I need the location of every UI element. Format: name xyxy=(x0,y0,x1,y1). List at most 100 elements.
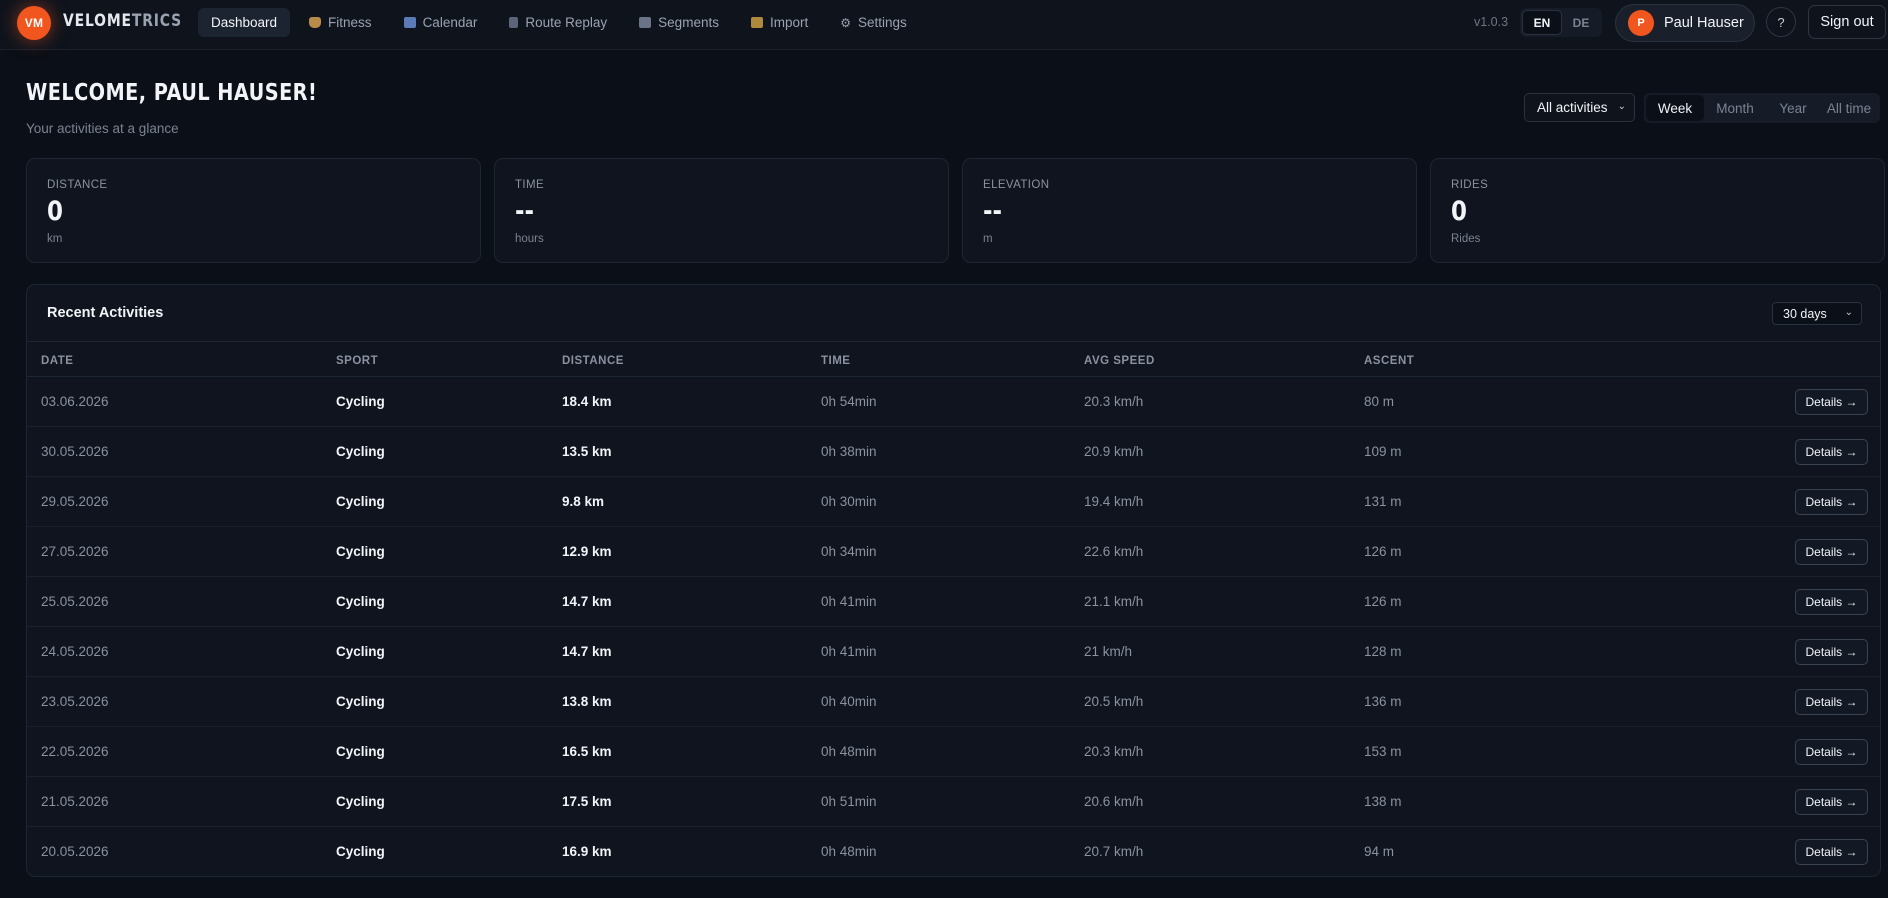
details-button[interactable]: Details → xyxy=(1795,389,1868,415)
nav-import-label: Import xyxy=(769,15,809,30)
column-header-avg-speed[interactable]: AVG SPEED xyxy=(1084,355,1155,367)
stats-row: DISTANCE 0 km TIME -- hours ELEVATION --… xyxy=(26,158,1885,263)
cell-time: 0h 48min xyxy=(821,744,877,759)
nav-segments[interactable]: Segments xyxy=(626,8,732,37)
table-row: 23.05.2026 Cycling 13.8 km 0h 40min 20.5 km/… xyxy=(27,677,1880,727)
details-button[interactable]: Details → xyxy=(1795,489,1868,515)
column-header-ascent[interactable]: ASCENT xyxy=(1364,355,1414,367)
nav-dashboard-label: Dashboard xyxy=(211,15,278,30)
details-button[interactable]: Details → xyxy=(1795,439,1868,465)
table-row: 20.05.2026 Cycling 16.9 km 0h 48min 20.7 km/… xyxy=(27,827,1880,876)
lang-de-button[interactable]: DE xyxy=(1562,10,1600,35)
cell-avg-speed: 20.9 km/h xyxy=(1084,444,1144,459)
table-row: 30.05.2026 Cycling 13.5 km 0h 38min 20.9 km/… xyxy=(27,427,1880,477)
table-row: 24.05.2026 Cycling 14.7 km 0h 41min 21 km/h 1… xyxy=(27,627,1880,677)
cell-sport: Cycling xyxy=(336,794,385,809)
cell-ascent: 94 m xyxy=(1364,844,1395,859)
recent-activities-panel: Recent Activities 30 days ⌄ DATE SPORT D… xyxy=(26,284,1881,877)
column-header-distance[interactable]: DISTANCE xyxy=(562,355,624,367)
stat-card-elevation: ELEVATION -- m xyxy=(962,158,1417,263)
cell-avg-speed: 20.7 km/h xyxy=(1084,844,1144,859)
cell-time: 0h 38min xyxy=(821,444,877,459)
lang-en-button[interactable]: EN xyxy=(1522,10,1562,35)
nav-fitness[interactable]: Fitness xyxy=(296,8,385,37)
range-select-value: 30 days xyxy=(1783,306,1827,321)
table-row: 29.05.2026 Cycling 9.8 km 0h 30min 19.4 km/h… xyxy=(27,477,1880,527)
cell-date: 21.05.2026 xyxy=(41,794,109,809)
page-subtitle: Your activities at a glance xyxy=(26,121,179,136)
period-month-button[interactable]: Month xyxy=(1704,95,1766,121)
cell-avg-speed: 20.5 km/h xyxy=(1084,694,1144,709)
details-button[interactable]: Details → xyxy=(1795,639,1868,665)
nav-settings-label: Settings xyxy=(858,15,907,30)
details-button[interactable]: Details → xyxy=(1795,839,1868,865)
cell-time: 0h 54min xyxy=(821,394,877,409)
nav-import[interactable]: Import xyxy=(738,8,821,37)
stat-value: 0 xyxy=(1451,196,1467,227)
cell-date: 30.05.2026 xyxy=(41,444,109,459)
column-header-date[interactable]: DATE xyxy=(41,355,73,367)
activities-table-body: 03.06.2026 Cycling 18.4 km 0h 54min 20.3 km/… xyxy=(27,377,1880,876)
cell-distance: 12.9 km xyxy=(562,544,612,559)
cell-distance: 13.5 km xyxy=(562,444,612,459)
gear-icon: ⚙ xyxy=(840,15,851,30)
table-row: 27.05.2026 Cycling 12.9 km 0h 34min 22.6 km/… xyxy=(27,527,1880,577)
cell-sport: Cycling xyxy=(336,644,385,659)
range-select[interactable]: 30 days ⌄ xyxy=(1772,302,1862,325)
help-button[interactable]: ? xyxy=(1766,7,1796,37)
cell-date: 23.05.2026 xyxy=(41,694,109,709)
column-header-time[interactable]: TIME xyxy=(821,355,850,367)
cell-time: 0h 51min xyxy=(821,794,877,809)
cell-date: 24.05.2026 xyxy=(41,644,109,659)
cell-avg-speed: 20.3 km/h xyxy=(1084,744,1144,759)
stat-label: RIDES xyxy=(1451,179,1489,191)
cell-time: 0h 40min xyxy=(821,694,877,709)
cell-ascent: 131 m xyxy=(1364,494,1402,509)
details-button[interactable]: Details → xyxy=(1795,589,1868,615)
cell-date: 20.05.2026 xyxy=(41,844,109,859)
cell-distance: 18.4 km xyxy=(562,394,612,409)
period-switcher: Week Month Year All time xyxy=(1644,93,1880,123)
stat-label: ELEVATION xyxy=(983,179,1050,191)
nav-route-replay-label: Route Replay xyxy=(525,15,608,30)
activity-filter-value: All activities xyxy=(1537,100,1608,115)
avatar: P xyxy=(1628,10,1654,36)
cell-avg-speed: 20.6 km/h xyxy=(1084,794,1144,809)
cell-distance: 9.8 km xyxy=(562,494,605,509)
user-menu[interactable]: P Paul Hauser xyxy=(1615,4,1755,42)
table-row: 21.05.2026 Cycling 17.5 km 0h 51min 20.6 km/… xyxy=(27,777,1880,827)
details-button[interactable]: Details → xyxy=(1795,789,1868,815)
cell-time: 0h 41min xyxy=(821,644,877,659)
cell-avg-speed: 19.4 km/h xyxy=(1084,494,1144,509)
cell-distance: 16.5 km xyxy=(562,744,612,759)
cell-avg-speed: 22.6 km/h xyxy=(1084,544,1144,559)
nav-dashboard[interactable]: Dashboard xyxy=(198,8,291,37)
table-row: 22.05.2026 Cycling 16.5 km 0h 48min 20.3 km/… xyxy=(27,727,1880,777)
cell-ascent: 109 m xyxy=(1364,444,1402,459)
details-button[interactable]: Details → xyxy=(1795,689,1868,715)
app-logo-text[interactable]: VELOMETRICS xyxy=(63,11,182,31)
activity-filter-select[interactable]: All activities ⌄ xyxy=(1524,93,1635,122)
logo-badge[interactable]: VM xyxy=(17,6,51,40)
cell-avg-speed: 21 km/h xyxy=(1084,644,1133,659)
sign-out-button[interactable]: Sign out xyxy=(1808,5,1886,39)
cell-sport: Cycling xyxy=(336,594,385,609)
period-all-time-button[interactable]: All time xyxy=(1820,95,1878,121)
cell-distance: 16.9 km xyxy=(562,844,612,859)
cell-ascent: 136 m xyxy=(1364,694,1402,709)
column-header-sport[interactable]: SPORT xyxy=(336,355,378,367)
nav-settings[interactable]: ⚙ Settings xyxy=(827,8,920,37)
period-week-button[interactable]: Week xyxy=(1646,95,1704,121)
stat-value: -- xyxy=(515,196,535,227)
cell-date: 22.05.2026 xyxy=(41,744,109,759)
chevron-down-icon: ⌄ xyxy=(1844,307,1853,318)
nav-route-replay[interactable]: Route Replay xyxy=(496,8,620,37)
nav-calendar[interactable]: Calendar xyxy=(391,8,491,37)
cell-ascent: 128 m xyxy=(1364,644,1402,659)
page-title: WELCOME, PAUL HAUSER! xyxy=(26,80,318,106)
chevron-down-icon: ⌄ xyxy=(1617,101,1626,112)
details-button[interactable]: Details → xyxy=(1795,739,1868,765)
period-year-button[interactable]: Year xyxy=(1766,95,1820,121)
details-button[interactable]: Details → xyxy=(1795,539,1868,565)
cell-distance: 14.7 km xyxy=(562,594,612,609)
